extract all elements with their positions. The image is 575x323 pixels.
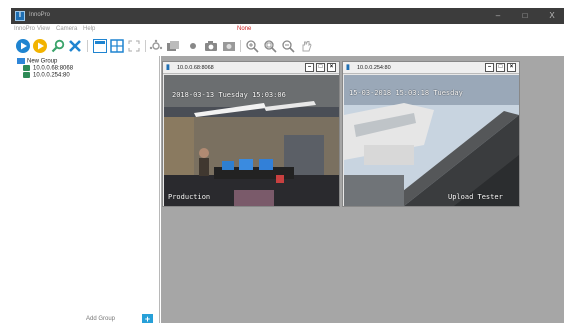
toolbar-separator [145,40,146,52]
add-group-button[interactable]: + [142,314,153,323]
pane-maximize-button[interactable]: □ [496,63,505,72]
signal-icon: ▮ [166,64,170,71]
zoom-out-icon[interactable] [281,39,295,53]
video-workspace: ▮ 10.0.0.68:8068 – □ × 2018-03-13 Tuesda… [161,56,564,323]
toolbar-separator [87,40,88,52]
camera-device-icon [23,72,30,78]
group-name: New Group [27,58,58,65]
snapshot-icon[interactable] [222,39,236,53]
search-icon[interactable] [51,39,65,53]
osd-timestamp: 15-03-2018 15:03:18 Tuesday [349,89,463,97]
device-tree-panel: New Group 10.0.0.68:8068 10.0.0.254:80 A… [11,56,160,323]
toolbar-separator [240,40,241,52]
pane-header: ▮ 10.0.0.68:8068 – □ × [163,62,339,74]
app-logo-icon: I [15,11,25,21]
layout-single-icon[interactable] [93,39,107,53]
zoom-fit-icon[interactable] [263,39,277,53]
camera-address: 10.0.0.254:80 [33,72,70,79]
layout-grid-icon[interactable] [110,39,124,53]
hand-icon[interactable] [299,39,313,53]
pane-maximize-button[interactable]: □ [316,63,325,72]
play-icon[interactable] [16,39,30,53]
osd-timestamp: 2018-03-13 Tuesday 15:03:06 [172,91,286,99]
close-button[interactable]: X [541,8,563,24]
menu-innopro[interactable]: InnoPro [14,26,35,32]
tree-camera-item[interactable]: 10.0.0.68:8068 [23,65,73,72]
toolbar [11,36,564,56]
menu-camera[interactable]: Camera [56,26,77,32]
video-pane[interactable]: ▮ 10.0.0.68:8068 – □ × 2018-03-13 Tuesda… [162,61,340,207]
menu-bar: InnoPro View Camera Help None [11,24,564,36]
title-bar: I InnoPro – □ X [11,8,564,24]
pane-minimize-button[interactable]: – [305,63,314,72]
video-feed: 2018-03-13 Tuesday 15:03:06 Production [164,75,339,206]
pane-close-button[interactable]: × [327,63,336,72]
camera-device-icon [23,65,30,71]
osd-camera-label: Production [168,193,211,201]
menu-help[interactable]: Help [83,26,95,32]
osd-camera-label: Upload Tester [448,193,503,201]
fullscreen-icon[interactable] [127,39,141,53]
snapshot-gallery-icon[interactable] [166,39,180,53]
pane-minimize-button[interactable]: – [485,63,494,72]
video-feed: 15-03-2018 15:03:18 Tuesday Upload Teste… [344,75,519,206]
folder-icon [17,58,25,64]
menu-view[interactable]: View [37,26,50,32]
zoom-in-icon[interactable] [245,39,259,53]
record-dot-icon[interactable] [186,39,200,53]
record-icon[interactable] [33,39,47,53]
pane-header: ▮ 10.0.0.254:80 – □ × [343,62,519,74]
maximize-button[interactable]: □ [514,8,536,24]
tree-group-item[interactable]: New Group [17,58,57,65]
signal-icon: ▮ [346,64,350,71]
pane-title: 10.0.0.68:8068 [177,65,214,71]
camera-address: 10.0.0.68:8068 [33,65,74,72]
selected-camera-label: None [237,26,252,32]
tools-icon[interactable] [68,39,82,53]
ptz-icon[interactable] [149,39,163,53]
window-title: InnoPro [29,12,51,18]
pane-close-button[interactable]: × [507,63,516,72]
tree-camera-item[interactable]: 10.0.0.254:80 [23,72,70,79]
video-pane[interactable]: ▮ 10.0.0.254:80 – □ × 15-03-2018 15:03:1… [342,61,520,207]
add-group-label: Add Group [86,316,116,322]
minimize-button[interactable]: – [487,8,509,24]
camera-icon[interactable] [204,39,218,53]
pane-title: 10.0.0.254:80 [357,65,391,71]
